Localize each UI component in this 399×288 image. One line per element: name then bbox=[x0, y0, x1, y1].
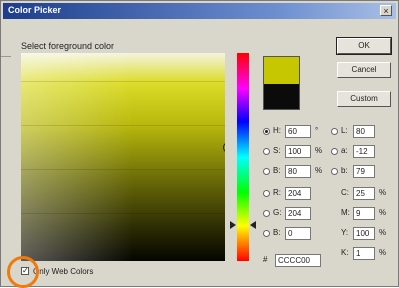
red-label: R: bbox=[273, 188, 281, 197]
lab-a-input[interactable]: -12 bbox=[353, 145, 375, 158]
yellow-label: Y: bbox=[341, 228, 349, 237]
magenta-label: M: bbox=[341, 208, 350, 217]
hue-slider[interactable] bbox=[237, 53, 249, 261]
green-row: G: 204 bbox=[263, 207, 323, 221]
lab-b-row: b: 79 bbox=[331, 165, 381, 179]
brightness-label: B: bbox=[273, 166, 281, 175]
color-field-band bbox=[21, 81, 225, 82]
cyan-input[interactable]: 25 bbox=[353, 187, 375, 200]
hex-input[interactable]: CCCC00 bbox=[275, 254, 321, 267]
title-bar[interactable]: Color Picker × bbox=[3, 3, 396, 19]
cyan-row: C: 25 % bbox=[341, 187, 391, 201]
divider-mark bbox=[1, 56, 11, 57]
red-row: R: 204 bbox=[263, 187, 323, 201]
cyan-unit: % bbox=[379, 188, 387, 197]
yellow-row: Y: 100 % bbox=[341, 227, 391, 241]
lab-l-label: L: bbox=[341, 126, 348, 135]
lab-b-radio[interactable] bbox=[331, 168, 338, 175]
green-radio[interactable] bbox=[263, 210, 270, 217]
custom-button[interactable]: Custom bbox=[337, 91, 391, 107]
black-unit: % bbox=[379, 248, 387, 257]
magenta-row: M: 9 % bbox=[341, 207, 391, 221]
blue-label: B: bbox=[273, 228, 281, 237]
brightness-radio[interactable] bbox=[263, 168, 270, 175]
hue-label: H: bbox=[273, 126, 281, 135]
saturation-label: S: bbox=[273, 146, 281, 155]
color-field-band bbox=[21, 169, 225, 170]
hue-row: H: 60 ° bbox=[263, 125, 323, 139]
green-label: G: bbox=[273, 208, 282, 217]
yellow-input[interactable]: 100 bbox=[353, 227, 375, 240]
green-input[interactable]: 204 bbox=[285, 207, 311, 220]
blue-input[interactable]: 0 bbox=[285, 227, 311, 240]
cancel-button[interactable]: Cancel bbox=[337, 62, 391, 78]
color-field-band bbox=[21, 213, 225, 214]
lab-a-radio[interactable] bbox=[331, 148, 338, 155]
color-field[interactable] bbox=[21, 53, 225, 261]
hue-radio[interactable] bbox=[263, 128, 270, 135]
color-picker-dialog: Color Picker × Select foreground color O… bbox=[0, 0, 399, 288]
lab-a-row: a: -12 bbox=[331, 145, 381, 159]
saturation-input[interactable]: 100 bbox=[285, 145, 311, 158]
color-field-band bbox=[21, 125, 225, 126]
brightness-input[interactable]: 80 bbox=[285, 165, 311, 178]
new-color-swatch bbox=[263, 56, 300, 84]
lab-b-input[interactable]: 79 bbox=[353, 165, 375, 178]
magenta-input[interactable]: 9 bbox=[353, 207, 375, 220]
ok-button[interactable]: OK bbox=[336, 37, 392, 55]
red-radio[interactable] bbox=[263, 190, 270, 197]
black-label: K: bbox=[341, 248, 349, 257]
close-button[interactable]: × bbox=[380, 5, 392, 16]
hue-slider-left-arrow-icon[interactable] bbox=[230, 221, 236, 229]
saturation-row: S: 100 % bbox=[263, 145, 323, 159]
lab-b-label: b: bbox=[341, 166, 348, 175]
current-color-swatch[interactable] bbox=[263, 84, 300, 110]
only-web-colors-label[interactable]: Only Web Colors bbox=[33, 267, 93, 276]
hue-unit: ° bbox=[315, 126, 319, 135]
hex-row: # CCCC00 bbox=[263, 254, 323, 268]
magenta-unit: % bbox=[379, 208, 387, 217]
highlight-circle bbox=[7, 256, 39, 288]
yellow-unit: % bbox=[379, 228, 387, 237]
brightness-row: B: 80 % bbox=[263, 165, 323, 179]
hue-input[interactable]: 60 bbox=[285, 125, 311, 138]
hex-label: # bbox=[263, 255, 268, 264]
black-row: K: 1 % bbox=[341, 247, 391, 261]
lab-l-input[interactable]: 80 bbox=[353, 125, 375, 138]
black-input[interactable]: 1 bbox=[353, 247, 375, 260]
blue-row: B: 0 bbox=[263, 227, 323, 241]
lab-a-label: a: bbox=[341, 146, 348, 155]
lab-l-radio[interactable] bbox=[331, 128, 338, 135]
blue-radio[interactable] bbox=[263, 230, 270, 237]
color-field-gradient bbox=[21, 53, 225, 261]
brightness-unit: % bbox=[315, 166, 323, 175]
red-input[interactable]: 204 bbox=[285, 187, 311, 200]
select-color-prompt: Select foreground color bbox=[21, 41, 115, 51]
saturation-unit: % bbox=[315, 146, 323, 155]
hue-slider-right-arrow-icon[interactable] bbox=[250, 221, 256, 229]
saturation-radio[interactable] bbox=[263, 148, 270, 155]
cyan-label: C: bbox=[341, 188, 349, 197]
lab-l-row: L: 80 bbox=[331, 125, 381, 139]
window-title: Color Picker bbox=[8, 5, 62, 15]
